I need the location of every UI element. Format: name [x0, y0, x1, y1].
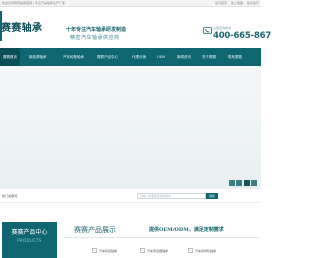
- product-image[interactable]: [140, 248, 145, 253]
- sidebar-subtitle: PRODUCTS: [17, 238, 42, 243]
- set-homepage-link[interactable]: 设为首页: [215, 1, 227, 5]
- hotline-number: 400-665-867: [213, 31, 272, 41]
- section-title: 赛赛产品展示: [74, 226, 116, 234]
- search-button[interactable]: 搜索: [206, 193, 218, 199]
- contact-link[interactable]: 联系我们: [247, 1, 259, 5]
- nav-item-contact[interactable]: 联系赛赛: [228, 48, 242, 66]
- nav-item-agency[interactable]: 代理分销: [132, 48, 146, 66]
- product-item[interactable]: 汽车离合器轴承: [140, 247, 180, 255]
- banner-image: [0, 66, 261, 189]
- product-label[interactable]: 汽车张紧轮轴承: [195, 249, 216, 253]
- product-label[interactable]: 汽车离合器轴承: [147, 249, 168, 253]
- slider-dots: [227, 180, 257, 186]
- tagline-suffix: ，满足定制需求: [188, 227, 224, 233]
- product-label[interactable]: 汽车轮毂轴承: [99, 249, 117, 253]
- hot-keywords-label: 热门关键词：: [2, 194, 21, 198]
- hero-banner[interactable]: [0, 66, 261, 189]
- search-bar: 热门关键词： 请输入您要搜索的关键词 搜索: [0, 189, 261, 203]
- site-header: 赛赛轴承 十年专注汽车轴承研发制造 精密汽车轴承供应商 全国咨询热线 400-6…: [0, 7, 271, 48]
- product-image[interactable]: [188, 248, 193, 253]
- slider-dot[interactable]: [251, 180, 257, 186]
- site-logo[interactable]: 赛赛轴承: [1, 19, 42, 34]
- product-item[interactable]: 汽车张紧轮轴承: [188, 247, 233, 255]
- product-item[interactable]: 汽车轮毂轴承: [92, 247, 132, 255]
- tagline-oem: OEM/ODM: [159, 227, 189, 233]
- welcome-text: 欢迎访问赛赛轴承官网 | 专业汽车轴承生产厂家: [2, 1, 65, 5]
- nav-item-about[interactable]: 关于赛赛: [202, 48, 216, 66]
- nav-item-products[interactable]: 赛赛产品中心: [97, 48, 118, 66]
- products-section-header: 赛赛产品展示 提供OEM/ODM，满足定制需求: [63, 222, 259, 238]
- slider-dot[interactable]: [236, 180, 242, 186]
- product-image[interactable]: [92, 248, 97, 253]
- slider-dot[interactable]: [228, 180, 235, 186]
- phone-icon: [203, 27, 212, 34]
- section-tagline: 提供OEM/ODM，满足定制需求: [149, 226, 224, 233]
- nav-item-oem[interactable]: OEM: [157, 48, 165, 66]
- add-favorite-link[interactable]: 加入收藏: [231, 1, 243, 5]
- slogan-sub: 精密汽车轴承供应商: [70, 35, 120, 41]
- search-input[interactable]: 请输入您要搜索的关键词: [137, 193, 206, 199]
- nav-item-home[interactable]: 赛赛首页: [0, 48, 20, 66]
- nav-item-hub-bearing[interactable]: 汽车轮毂轴承: [63, 48, 84, 66]
- top-links: 设为首页 加入收藏 联系我们: [212, 1, 259, 5]
- slider-dot-active[interactable]: [243, 180, 250, 186]
- product-sidebar: 赛赛产品中心 PRODUCTS: [2, 222, 57, 258]
- tagline-prefix: 提供: [149, 227, 160, 233]
- sidebar-title: 赛赛产品中心: [11, 229, 48, 236]
- top-utility-bar: 欢迎访问赛赛轴承官网 | 专业汽车轴承生产厂家 设为首页 加入收藏 联系我们: [0, 0, 261, 7]
- nav-item-new-energy[interactable]: 新能源轴承: [29, 48, 47, 66]
- main-nav: 赛赛首页 新能源轴承 汽车轮毂轴承 赛赛产品中心 代理分销 OEM 新闻资讯 关…: [0, 48, 261, 66]
- nav-item-news[interactable]: 新闻资讯: [177, 48, 191, 66]
- slogan-main: 十年专注汽车轴承研发制造: [66, 27, 127, 33]
- hotline-label: 全国咨询热线: [213, 26, 232, 30]
